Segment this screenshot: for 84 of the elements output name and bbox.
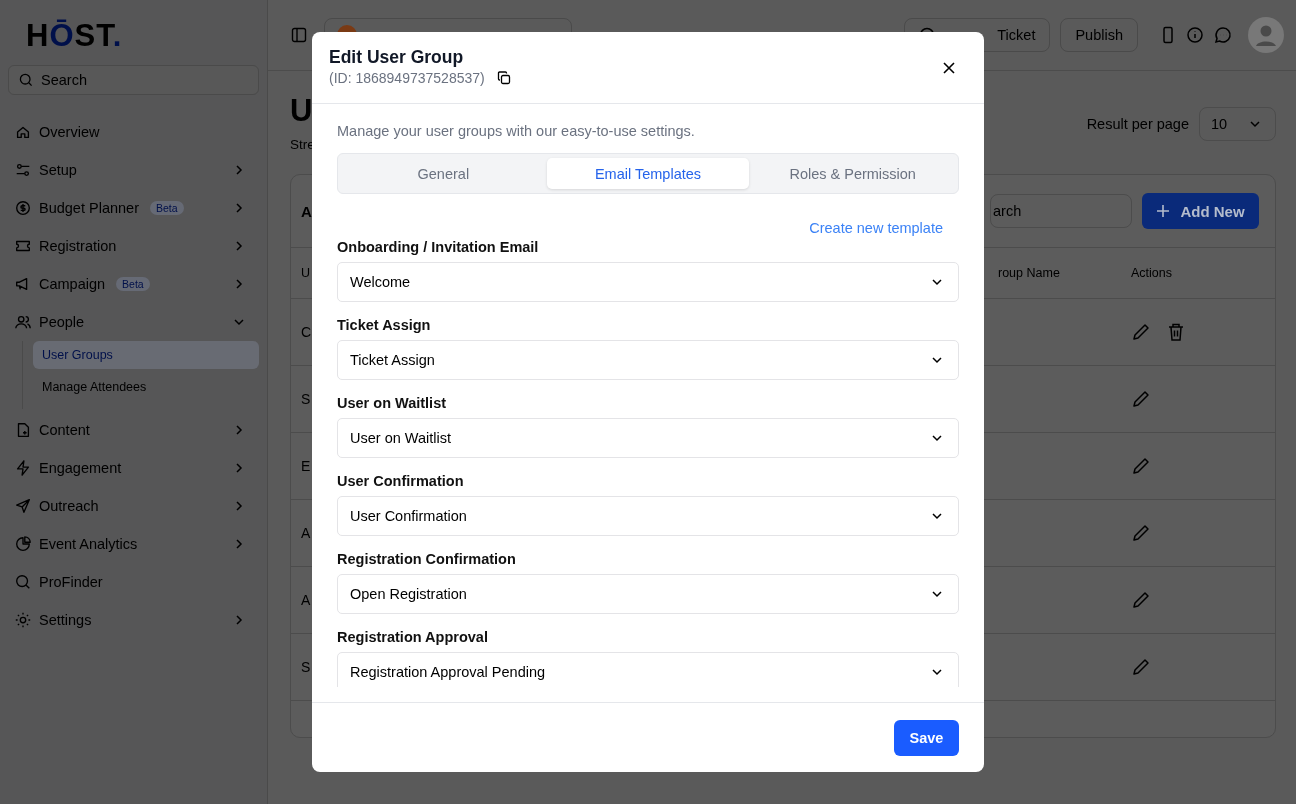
chevron-down-icon: [1249, 118, 1261, 130]
chevron-down-icon: [931, 588, 943, 600]
lightning-icon: [14, 459, 32, 477]
field-label: User on Waitlist: [337, 394, 448, 413]
nav-subitem[interactable]: User Groups: [33, 341, 259, 369]
logo: HŌST.: [26, 18, 123, 54]
sidebar-toggle-icon[interactable]: [291, 27, 307, 43]
template-select[interactable]: User Confirmation: [337, 496, 959, 536]
table-cell: E: [301, 458, 311, 474]
template-select[interactable]: Registration Approval Pending: [337, 652, 959, 687]
pencil-icon[interactable]: [1131, 657, 1151, 677]
nav-subitem[interactable]: Manage Attendees: [33, 373, 259, 401]
search-icon: [18, 72, 34, 88]
nav-item[interactable]: Content: [8, 411, 259, 449]
create-template-link[interactable]: Create new template: [809, 220, 943, 237]
column-header: U: [301, 266, 311, 280]
nav-item[interactable]: Registration: [8, 227, 259, 265]
search-icon: [14, 573, 32, 591]
search-field[interactable]: Search: [8, 65, 259, 95]
table-cell: S: [301, 659, 311, 675]
pencil-icon[interactable]: [1131, 590, 1151, 610]
dialog-title: Edit User Group: [329, 47, 465, 68]
copy-icon[interactable]: [496, 71, 511, 85]
nav-item[interactable]: Outreach: [8, 487, 259, 525]
group-id: (ID: 1868949737528537): [329, 70, 485, 86]
template-select[interactable]: User on Waitlist: [337, 418, 959, 458]
avatar-icon[interactable]: [1248, 17, 1284, 53]
field-label: Registration Approval: [337, 628, 489, 647]
people-icon: [14, 313, 32, 331]
tab[interactable]: Roles & Permission: [751, 158, 954, 189]
nav-item[interactable]: Budget Planner Beta: [8, 189, 259, 227]
beta-badge: Beta: [149, 201, 184, 215]
sliders-icon: [14, 161, 32, 179]
add-new-button[interactable]: Add New: [1142, 193, 1259, 229]
table-cell: S: [301, 391, 311, 407]
send-icon: [14, 497, 32, 515]
save-button[interactable]: Save: [894, 719, 959, 756]
pencil-icon[interactable]: [1131, 456, 1151, 476]
chevron-down-icon: [931, 666, 943, 678]
phone-icon[interactable]: [1160, 26, 1176, 44]
pencil-icon[interactable]: [1131, 523, 1151, 543]
dialog-description: Manage your user groups with our easy-to-use settings.: [337, 122, 696, 141]
chat-icon[interactable]: [1214, 26, 1232, 44]
nav-item[interactable]: Setup: [8, 151, 259, 189]
table-cell: C: [301, 324, 312, 340]
tab[interactable]: Email Templates: [546, 158, 750, 189]
column-header: Actions: [1131, 266, 1172, 280]
nav-item[interactable]: Event Analytics: [8, 525, 259, 563]
pencil-icon[interactable]: [1131, 322, 1151, 342]
chevron-down-icon: [931, 276, 943, 288]
pie-chart-icon: [14, 535, 32, 553]
template-select[interactable]: Open Registration: [337, 574, 959, 614]
nav-item[interactable]: Engagement: [8, 449, 259, 487]
column-header: roup Name: [998, 266, 1060, 280]
chevron-down-icon: [931, 432, 943, 444]
nav-item[interactable]: People: [8, 303, 259, 341]
pencil-icon[interactable]: [1131, 389, 1151, 409]
field-label: Registration Confirmation: [337, 550, 517, 569]
field-label: User Confirmation: [337, 472, 465, 491]
result-per-page-select[interactable]: 10: [1199, 107, 1276, 141]
chevron-down-icon: [931, 510, 943, 522]
info-icon[interactable]: [1186, 26, 1204, 44]
tab[interactable]: General: [342, 158, 545, 189]
trash-icon[interactable]: [1167, 322, 1185, 342]
nav-item[interactable]: Settings: [8, 601, 259, 639]
plus-icon: [1156, 204, 1171, 218]
result-per-page-label: Result per page: [1086, 116, 1189, 132]
chevron-down-icon: [931, 354, 943, 366]
field-label: Onboarding / Invitation Email: [337, 238, 540, 257]
nav-item[interactable]: Campaign Beta: [8, 265, 259, 303]
beta-badge: Beta: [116, 277, 150, 291]
nav-item[interactable]: Overview: [8, 113, 259, 151]
card-title: A: [301, 202, 312, 220]
dollar-icon: [14, 199, 32, 217]
table-cell: A: [301, 592, 311, 608]
table-cell: A: [301, 525, 311, 541]
publish-button[interactable]: Publish: [1060, 18, 1138, 52]
close-icon[interactable]: [943, 61, 955, 74]
search-field[interactable]: arch: [990, 194, 1132, 228]
field-label: Ticket Assign: [337, 316, 432, 335]
page-title: U: [290, 93, 314, 129]
template-select[interactable]: Ticket Assign: [337, 340, 959, 380]
nav-item[interactable]: ProFinder: [8, 563, 259, 601]
template-select[interactable]: Welcome: [337, 262, 959, 302]
